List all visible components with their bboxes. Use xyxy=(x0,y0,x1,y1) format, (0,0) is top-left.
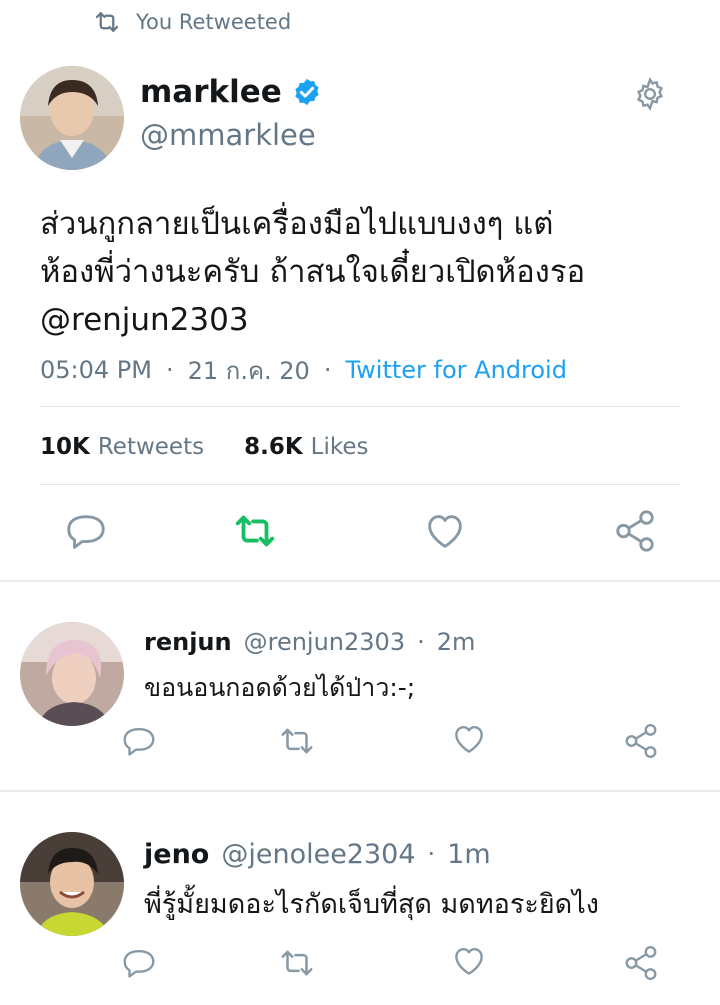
share-icon[interactable] xyxy=(612,508,658,554)
tweet-mention-link[interactable]: @renjun2303 xyxy=(40,296,700,344)
reply-text: พี่รู้มั้ยมดอะไรกัดเจ็บที่สุด มดทอระยิดไ… xyxy=(144,889,599,920)
tweet-text: ส่วนกูกลายเป็นเครื่องมือไปแบบงงๆ แต่ ห้อ… xyxy=(40,200,700,344)
retweet-icon[interactable] xyxy=(232,508,278,554)
reply-header: jeno @jenolee2304 · 1m xyxy=(144,836,491,872)
retweet-icon[interactable] xyxy=(278,722,316,760)
tweet-time: 05:04 PM xyxy=(40,356,152,384)
divider xyxy=(40,484,680,485)
share-icon[interactable] xyxy=(622,722,660,760)
reply-author-handle[interactable]: @renjun2303 xyxy=(244,628,405,656)
divider xyxy=(40,406,680,407)
tweet-detail-screen: You Retweeted marklee @mmarklee ส่วนกูกล… xyxy=(0,0,720,1005)
gear-icon[interactable] xyxy=(632,76,668,112)
likes-count: 8.6K xyxy=(244,434,303,460)
heart-icon[interactable] xyxy=(450,942,488,980)
meta-separator: · xyxy=(165,356,174,384)
retweeted-label: You Retweeted xyxy=(136,10,292,34)
heart-icon[interactable] xyxy=(422,508,468,554)
section-separator xyxy=(0,790,720,792)
retweets-count: 10K xyxy=(40,434,90,460)
reply-icon[interactable] xyxy=(120,722,158,760)
author-name-row[interactable]: marklee xyxy=(140,72,322,112)
tweet-meta: 05:04 PM · 21 ก.ค. 20 · Twitter for Andr… xyxy=(40,352,567,388)
tweet-client-link[interactable]: Twitter for Android xyxy=(345,356,566,384)
author-display-name[interactable]: marklee xyxy=(140,74,282,110)
likes-stat[interactable]: 8.6K Likes xyxy=(244,434,368,460)
verified-badge-icon xyxy=(295,78,319,106)
meta-separator: · xyxy=(323,356,332,384)
reply-author-name[interactable]: renjun xyxy=(144,628,232,656)
reply-author-name[interactable]: jeno xyxy=(144,839,209,870)
heart-icon[interactable] xyxy=(450,720,488,758)
reply-author-handle[interactable]: @jenolee2304 xyxy=(221,839,415,870)
author-handle[interactable]: @mmarklee xyxy=(140,118,316,152)
tweet-stats: 10K Retweets 8.6K Likes xyxy=(40,428,369,466)
tweet-date: 21 ก.ค. 20 xyxy=(187,356,310,385)
reply-age: 1m xyxy=(447,838,491,870)
share-icon[interactable] xyxy=(622,944,660,982)
retweets-label: Retweets xyxy=(97,434,205,460)
section-separator xyxy=(0,580,720,582)
meta-separator: · xyxy=(417,628,425,656)
likes-label: Likes xyxy=(310,434,369,460)
reply-age: 2m xyxy=(436,628,476,656)
reply-icon[interactable] xyxy=(63,508,109,554)
reply-text: ขอนอนกอดด้วยได้ป่าว:-; xyxy=(144,673,416,702)
reply-avatar[interactable] xyxy=(20,622,124,726)
retweets-stat[interactable]: 10K Retweets xyxy=(40,434,204,460)
author-avatar[interactable] xyxy=(20,66,124,170)
retweeted-banner: You Retweeted xyxy=(92,6,291,38)
meta-separator: · xyxy=(427,840,436,868)
retweet-icon[interactable] xyxy=(278,944,316,982)
reply-avatar[interactable] xyxy=(20,832,124,936)
tweet-text-line-1: ส่วนกูกลายเป็นเครื่องมือไปแบบงงๆ แต่ xyxy=(40,206,554,242)
reply-icon[interactable] xyxy=(120,944,158,982)
tweet-text-line-2: ห้องพี่ว่างนะครับ ถ้าสนใจเดี๋ยวเปิดห้องร… xyxy=(40,254,586,290)
reply-header: renjun @renjun2303 · 2m xyxy=(144,624,475,660)
retweet-icon xyxy=(95,12,119,32)
